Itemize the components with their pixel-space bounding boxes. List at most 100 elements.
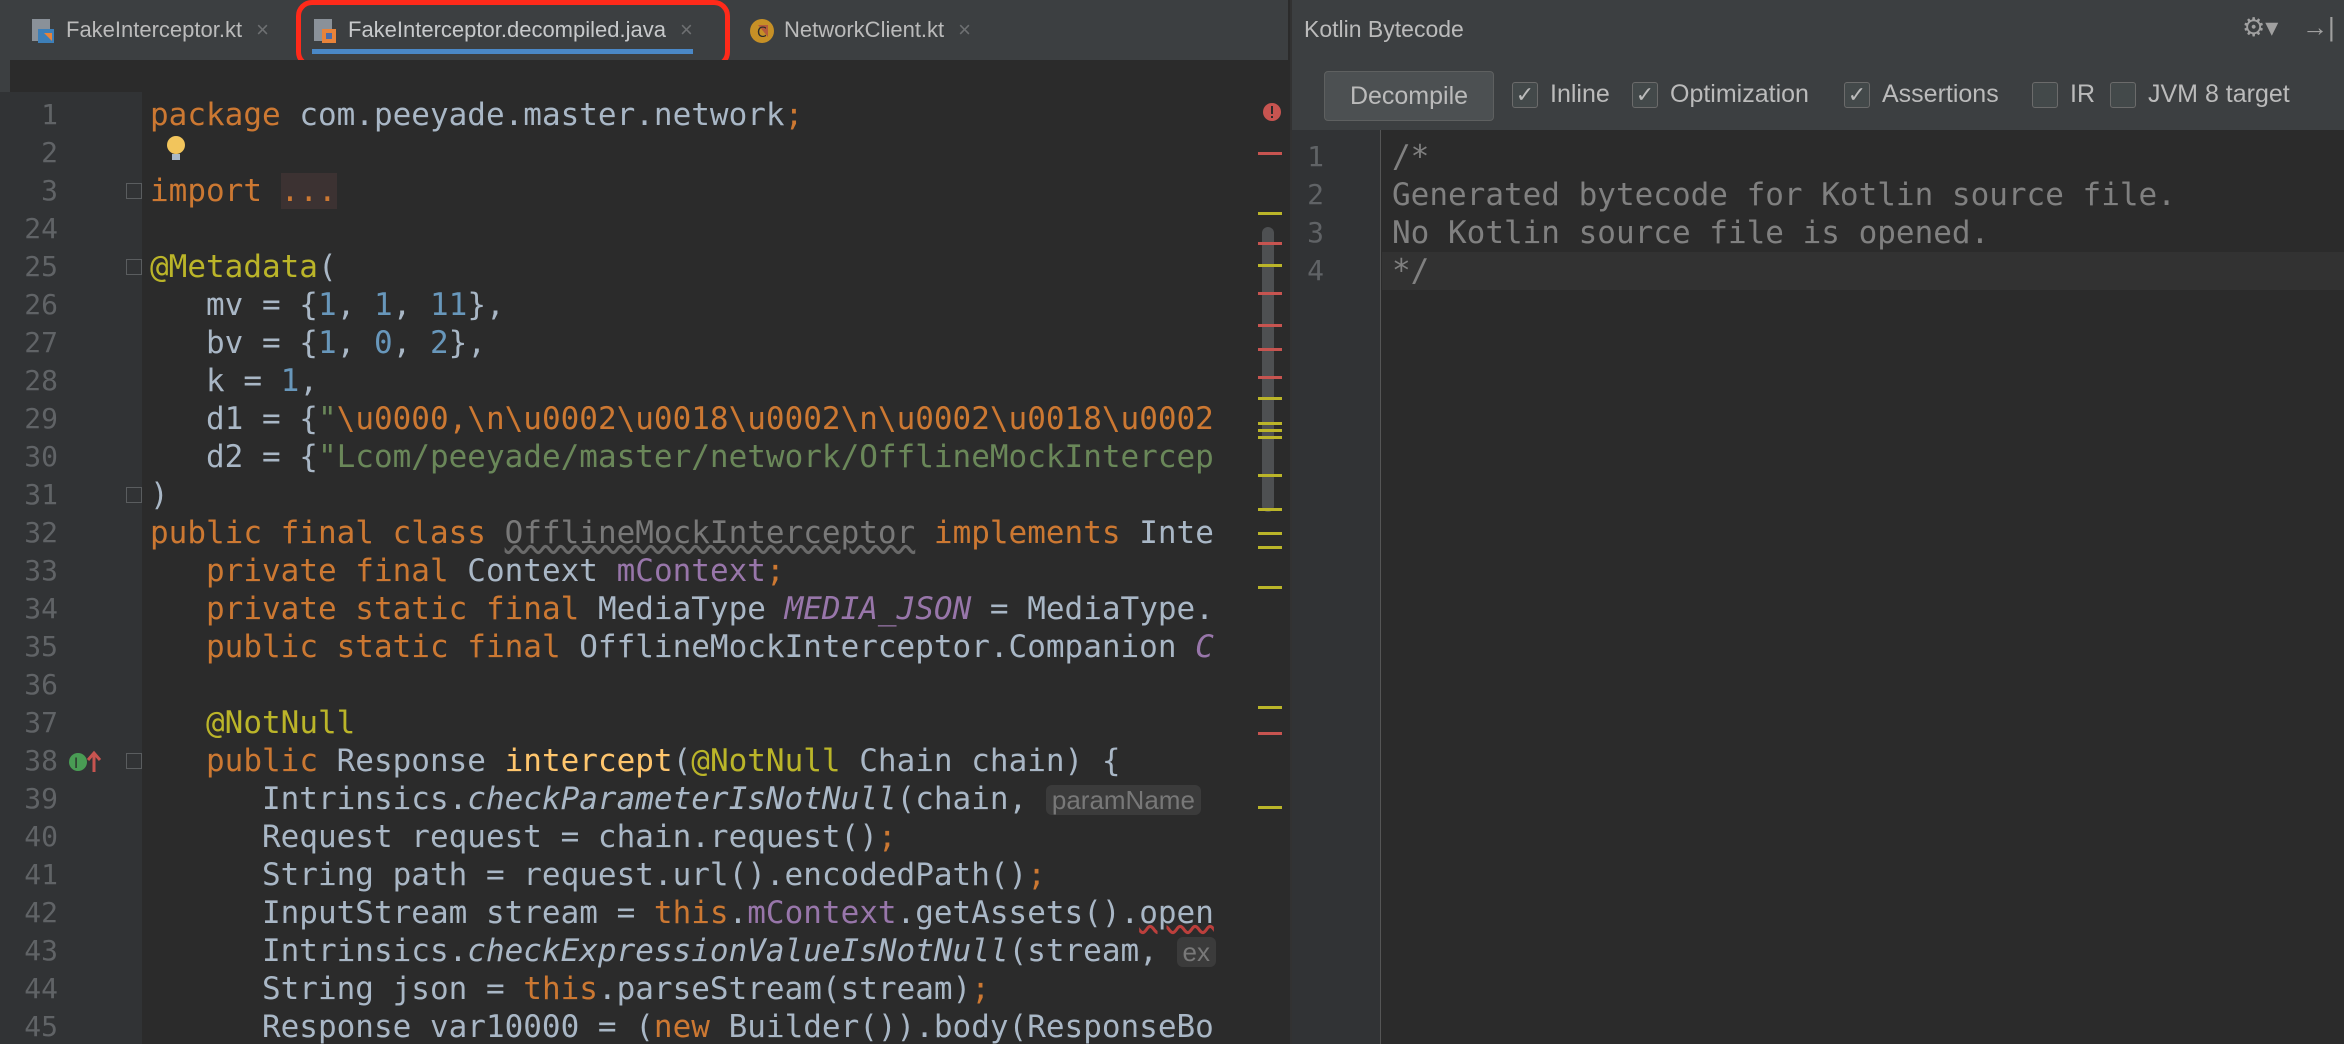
code-editor[interactable]: 1 package com.peeyade.master.network; 2 … xyxy=(0,92,1288,1044)
checkbox-checked-icon: ✓ xyxy=(1512,81,1538,108)
close-icon[interactable]: × xyxy=(256,17,269,43)
line-number: 27 xyxy=(24,326,58,359)
warning-marker[interactable] xyxy=(1258,397,1282,400)
warning-marker[interactable] xyxy=(1258,546,1282,549)
gear-icon[interactable]: ⚙▾ xyxy=(2242,12,2278,43)
code-line: 33 private final Context mContext; xyxy=(0,552,1288,590)
checkbox-label: JVM 8 target xyxy=(2148,80,2290,108)
error-marker[interactable] xyxy=(1258,732,1282,735)
line-number: 30 xyxy=(24,440,58,473)
implements-method-icon[interactable]: I xyxy=(68,748,102,781)
error-marker[interactable] xyxy=(1258,348,1282,351)
code-line: 29 d1 = {"\u0000,\n\u0002\u0018\u0002\n\… xyxy=(0,400,1288,438)
line-number: 37 xyxy=(24,706,58,739)
code-line: 45 Response var10000 = (new Builder()).b… xyxy=(0,1008,1288,1044)
hide-panel-icon[interactable]: →| xyxy=(2302,12,2335,43)
code-line: 26 mv = {1, 1, 11}, xyxy=(0,286,1288,324)
tab-networkclient-kt[interactable]: C NetworkClient.kt × xyxy=(748,0,971,60)
line-number: 39 xyxy=(24,782,58,815)
inline-checkbox[interactable]: ✓ Inline xyxy=(1512,80,1610,109)
warning-marker[interactable] xyxy=(1258,586,1282,589)
checkbox-checked-icon: ✓ xyxy=(1844,81,1870,108)
checkbox-label: Inline xyxy=(1550,80,1610,108)
warning-marker[interactable] xyxy=(1258,532,1282,535)
line-number: 35 xyxy=(24,630,58,663)
line-number: 32 xyxy=(24,516,58,549)
error-marker[interactable] xyxy=(1258,324,1282,327)
warning-marker[interactable] xyxy=(1258,474,1282,477)
optimization-checkbox[interactable]: ✓ Optimization xyxy=(1632,80,1809,109)
code-line: 41 String path = request.url().encodedPa… xyxy=(0,856,1288,894)
warning-marker[interactable] xyxy=(1258,706,1282,709)
tab-label: NetworkClient.kt xyxy=(784,17,945,42)
line-number: 2 xyxy=(41,136,58,169)
code-line: 1 package com.peeyade.master.network; xyxy=(0,96,1288,134)
close-icon[interactable]: × xyxy=(958,17,971,43)
ir-checkbox[interactable]: IR xyxy=(2032,80,2095,109)
code-line: 25 @Metadata( xyxy=(0,248,1288,286)
decompile-button[interactable]: Decompile xyxy=(1324,71,1494,121)
line-number: 26 xyxy=(24,288,58,321)
code-line: 36 xyxy=(0,666,1288,704)
line-number: 1 xyxy=(1307,140,1324,173)
fold-collapse-icon[interactable] xyxy=(126,259,142,275)
editor-tab-bar: FakeInterceptor.kt × FakeInterceptor.dec… xyxy=(0,0,1288,68)
bytecode-line: */ xyxy=(1392,253,1430,289)
bytecode-toolbar: Decompile ✓ Inline ✓ Optimization ✓ Asse… xyxy=(1292,60,2344,131)
checkbox-label: IR xyxy=(2070,80,2095,108)
code-line: 24 xyxy=(0,210,1288,248)
line-number: 25 xyxy=(24,250,58,283)
line-number: 28 xyxy=(24,364,58,397)
code-line: 3 import ... xyxy=(0,172,1288,210)
line-number: 4 xyxy=(1307,254,1324,287)
bytecode-line: Generated bytecode for Kotlin source fil… xyxy=(1392,177,2176,213)
line-number: 2 xyxy=(1307,178,1324,211)
panel-title: Kotlin Bytecode xyxy=(1304,16,1464,42)
checkbox-label: Assertions xyxy=(1882,80,1999,108)
code-line: 34 private static final MediaType MEDIA_… xyxy=(0,590,1288,628)
lightbulb-icon[interactable] xyxy=(164,134,188,169)
warning-marker[interactable] xyxy=(1258,429,1282,432)
line-number: 43 xyxy=(24,934,58,967)
line-number: 24 xyxy=(24,212,58,245)
line-number: 3 xyxy=(41,174,58,207)
error-marker[interactable] xyxy=(1258,376,1282,379)
error-indicator-icon[interactable] xyxy=(1262,102,1282,127)
code-line: 2 xyxy=(0,134,1288,172)
jvm8-target-checkbox[interactable]: JVM 8 target xyxy=(2110,80,2290,109)
code-line: 40 Request request = chain.request(); xyxy=(0,818,1288,856)
error-marker[interactable] xyxy=(1258,292,1282,295)
warning-marker[interactable] xyxy=(1258,436,1282,439)
code-line: 37 @NotNull xyxy=(0,704,1288,742)
parameter-hint: ex xyxy=(1176,937,1216,967)
line-number: 44 xyxy=(24,972,58,1005)
line-number: 29 xyxy=(24,402,58,435)
warning-marker[interactable] xyxy=(1258,508,1282,511)
error-marker[interactable] xyxy=(1258,152,1282,155)
svg-text:C: C xyxy=(757,25,767,41)
line-number: 45 xyxy=(24,1010,58,1043)
line-number: 3 xyxy=(1307,216,1324,249)
assertions-checkbox[interactable]: ✓ Assertions xyxy=(1844,80,1999,109)
bytecode-line: /* xyxy=(1392,139,1430,175)
fold-end-icon[interactable] xyxy=(126,487,142,503)
code-line: 32 public final class OfflineMockInterce… xyxy=(0,514,1288,552)
warning-marker[interactable] xyxy=(1258,212,1282,215)
error-marker[interactable] xyxy=(1258,242,1282,245)
code-line: 30 d2 = {"Lcom/peeyade/master/network/Of… xyxy=(0,438,1288,476)
kotlin-bytecode-panel: Kotlin Bytecode ⚙▾ →| Decompile ✓ Inline… xyxy=(1290,0,2344,1044)
warning-marker[interactable] xyxy=(1258,264,1282,267)
warning-marker[interactable] xyxy=(1258,422,1282,425)
vertical-scrollbar[interactable] xyxy=(1262,227,1274,512)
warning-marker[interactable] xyxy=(1258,806,1282,809)
line-number: 34 xyxy=(24,592,58,625)
checkbox-unchecked-icon xyxy=(2110,81,2136,108)
panel-header: Kotlin Bytecode ⚙▾ →| xyxy=(1292,0,2344,60)
code-line: 39 Intrinsics.checkParameterIsNotNull(ch… xyxy=(0,780,1288,818)
line-number: 42 xyxy=(24,896,58,929)
editor-top-gap xyxy=(10,60,1288,92)
fold-expand-icon[interactable] xyxy=(126,183,142,199)
tab-fakeinterceptor-kt[interactable]: FakeInterceptor.kt × xyxy=(30,0,269,60)
fold-collapse-icon[interactable] xyxy=(126,753,142,769)
line-number: 31 xyxy=(24,478,58,511)
